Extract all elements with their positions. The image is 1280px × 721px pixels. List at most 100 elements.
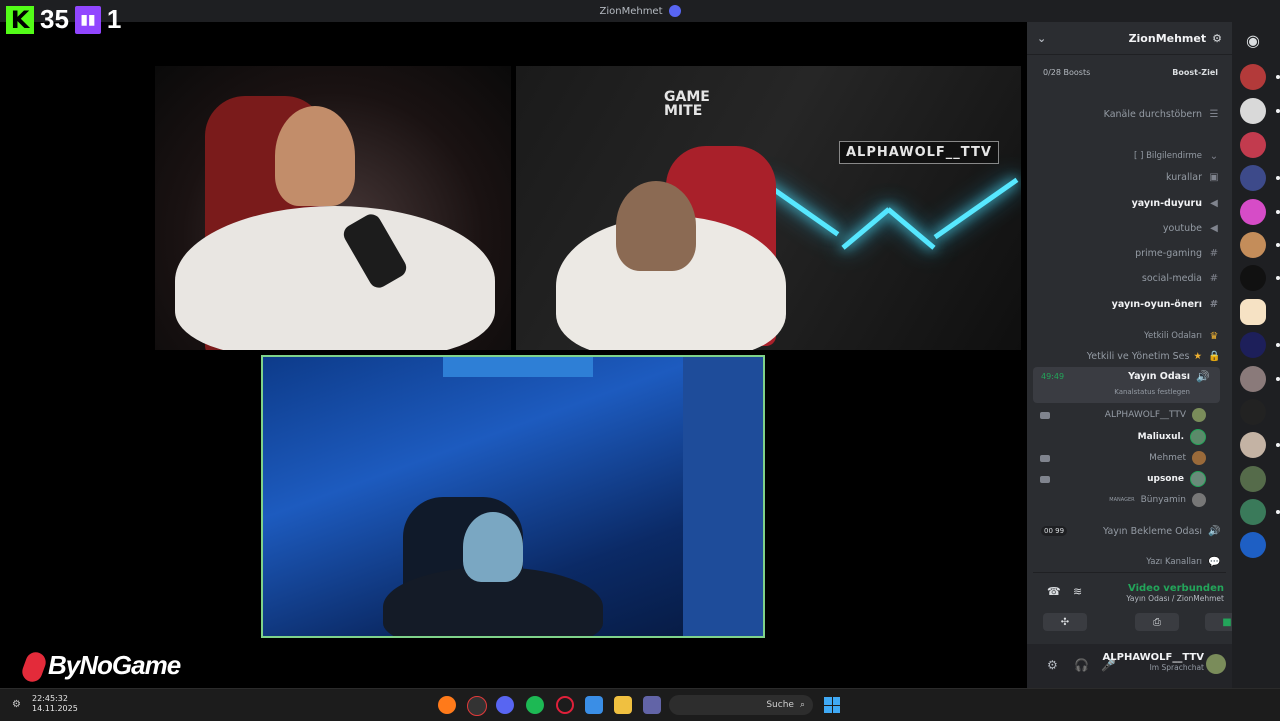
channel-yayin-oyun-oneri[interactable]: yayın-oyun-önerı # [1027, 294, 1232, 314]
server-icon[interactable] [1240, 532, 1266, 558]
channel-kurallar[interactable]: kurallar ▣ [1027, 167, 1232, 187]
system-clock[interactable]: 22:45:32 14.11.2025 [32, 694, 78, 714]
disconnect-icon[interactable]: ☎ [1047, 585, 1061, 598]
video-tile-3-active-speaker[interactable] [261, 355, 765, 638]
tray-icon[interactable]: ⚙ [12, 699, 21, 710]
teams-icon[interactable] [643, 696, 661, 714]
discord-taskbar-icon[interactable] [496, 696, 514, 714]
voice-user-bunyamin[interactable]: MANAGER Bünyamin [1027, 490, 1232, 510]
crown-icon: ♛ [1209, 330, 1219, 342]
lock-icon: 🔒 [1208, 350, 1221, 362]
server-icon[interactable] [1240, 199, 1266, 225]
channel-prime-gaming[interactable]: prime-gaming # [1027, 243, 1232, 263]
voice-user-upsone[interactable]: upsone [1027, 469, 1232, 489]
user-limit-badge: 00 99 [1041, 526, 1068, 536]
neon-light [841, 207, 891, 250]
server-icon[interactable] [1240, 432, 1266, 458]
firefox-icon[interactable] [438, 696, 456, 714]
speaker-icon: 🔊 [1196, 370, 1210, 383]
opera-icon[interactable] [556, 696, 574, 714]
neon-light [886, 207, 936, 250]
unread-dot [1276, 276, 1280, 280]
discord-home-icon[interactable]: ◉ [1240, 28, 1266, 54]
channel-yetkili-ses[interactable]: Yetkili ve Yönetim Ses ★ 🔒 [1027, 346, 1232, 366]
search-icon: ⌕ [799, 700, 805, 710]
twitch-logo-icon: ▮▮ [74, 5, 101, 34]
server-icon[interactable] [1240, 466, 1266, 492]
taskbar-search[interactable]: Suche ⌕ [669, 695, 813, 715]
connection-location: Yayın Odası / ZionMehmet [1126, 594, 1224, 603]
channel-yayin-duyuru[interactable]: yayın-duyuru ◀ [1027, 193, 1232, 213]
hash-icon: # [1209, 298, 1219, 310]
voice-channel-yayin-odasi[interactable]: 49:49 Yayın Odası 🔊 Kanalstatus festlege… [1033, 367, 1220, 403]
category-label: Yazı Kanalları [1146, 557, 1202, 567]
server-icon[interactable] [1240, 98, 1266, 124]
server-icon[interactable] [1240, 299, 1266, 325]
server-icon[interactable] [1240, 499, 1266, 525]
voice-channel-bekleme-odasi[interactable]: 00 99 Yayın Bekleme Odası 🔊 [1027, 521, 1232, 541]
avatar [1190, 471, 1206, 487]
stream-viewer-counter: K 35 ▮▮ 1 [6, 4, 121, 35]
boost-label: Boost-Ziel [1172, 67, 1218, 77]
server-icon[interactable] [1240, 399, 1266, 425]
channel-label: kurallar [1166, 171, 1202, 183]
category-label: [ ] Bilgilendirme [1134, 151, 1202, 161]
settings-gear-icon[interactable]: ⚙ [1047, 658, 1058, 672]
user-panel: ⚙ 🎧 🎤 ALPHAWOLF__TTV Im Sprachchat [1027, 644, 1232, 688]
unread-dot [1276, 176, 1280, 180]
avatar [1192, 408, 1206, 422]
channel-social-media[interactable]: social-media # [1027, 268, 1232, 288]
server-icon[interactable] [1240, 132, 1266, 158]
voice-timer: 49:49 [1041, 372, 1065, 381]
boost-goal[interactable]: 0/28 Boosts Boost-Ziel [1027, 61, 1232, 83]
store-icon[interactable] [585, 696, 603, 714]
channel-label: Yetkili ve Yönetim Ses [1086, 350, 1190, 362]
category-yetkili-odalari[interactable]: Yetkili Odaları ♛ [1027, 326, 1232, 346]
server-header[interactable]: ⌄ ZionMehmet ⚙ [1027, 22, 1232, 55]
headphones-icon[interactable]: 🎧 [1074, 658, 1089, 672]
twitch-viewer-count: 1 [106, 4, 122, 34]
unread-dot [1276, 443, 1280, 447]
server-rail: ◉ [1232, 22, 1280, 688]
activities-button[interactable]: ✣ [1043, 613, 1087, 631]
server-icon[interactable] [1240, 165, 1266, 191]
spotify-icon[interactable] [526, 696, 544, 714]
wall-sign: ALPHAWOLF__TTV [839, 141, 999, 164]
voice-user-mehmet[interactable]: Mehmet [1027, 448, 1232, 468]
screen-share-button[interactable]: ⎙ [1135, 613, 1179, 631]
browse-channels[interactable]: Kanäle durchstöbern ☰ [1027, 104, 1232, 124]
folder-icon[interactable] [614, 696, 632, 714]
server-icon[interactable] [1240, 332, 1266, 358]
server-settings-icon[interactable]: ⚙ [1212, 32, 1222, 45]
unread-dot [1276, 210, 1280, 214]
windows-start-icon[interactable] [824, 697, 840, 713]
avatar [1190, 429, 1206, 445]
user-status: Im Sprachchat [1149, 663, 1204, 672]
server-icon[interactable] [1240, 366, 1266, 392]
category-bilgilendirme[interactable]: [ ] Bilgilendirme ⌄ [1027, 146, 1232, 166]
voice-user-alphawolf[interactable]: ALPHAWOLF__TTV [1027, 405, 1232, 425]
server-icon[interactable] [1240, 64, 1266, 90]
channel-label: yayın-oyun-önerı [1111, 298, 1202, 310]
user-info[interactable]: ALPHAWOLF__TTV Im Sprachchat [1103, 652, 1204, 672]
server-icon[interactable] [1240, 265, 1266, 291]
user-avatar[interactable] [1206, 654, 1226, 674]
channel-label: Yayın Bekleme Odası [1102, 525, 1202, 537]
noise-suppression-icon[interactable]: ≋ [1073, 585, 1082, 598]
gamemite-line2: MITE [664, 103, 703, 119]
unread-dot [1276, 109, 1280, 113]
chat-icon: 💬 [1208, 556, 1221, 568]
voice-user-maliuxul[interactable]: Maliuxul. [1027, 427, 1232, 447]
category-yazi-kanallari[interactable]: Yazı Kanalları 💬 [1027, 552, 1232, 572]
channel-youtube[interactable]: youtube ◀ [1027, 218, 1232, 238]
window-titlebar: ZionMehmet [0, 0, 1280, 22]
connection-status[interactable]: Video verbunden Yayın Odası / ZionMehmet [1126, 583, 1224, 603]
clock-time: 22:45:32 [32, 694, 68, 703]
voice-channel-status[interactable]: Kanalstatus festlegen [1114, 388, 1190, 396]
video-tile-2[interactable]: GAME MITE ALPHAWOLF__TTV [516, 66, 1021, 350]
list-icon: ☰ [1209, 108, 1219, 120]
obs-icon[interactable] [467, 696, 487, 716]
chevron-down-icon[interactable]: ⌄ [1037, 32, 1046, 45]
server-icon[interactable] [1240, 232, 1266, 258]
video-tile-1[interactable] [155, 66, 511, 350]
